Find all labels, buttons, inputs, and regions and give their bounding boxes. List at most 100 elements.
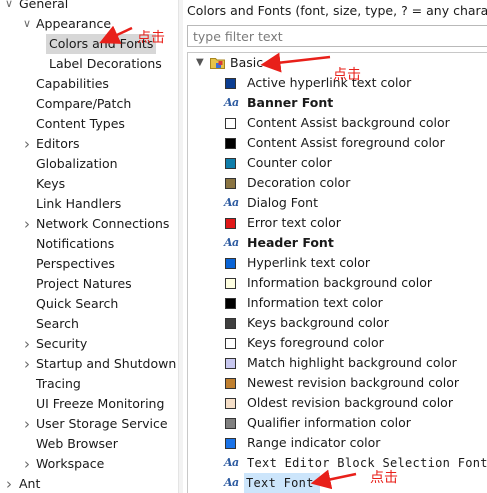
color-swatch-icon (225, 398, 236, 409)
tree-item-project-natures[interactable]: Project Natures (0, 274, 178, 294)
tree-item-link-handlers[interactable]: Link Handlers (0, 194, 178, 214)
pref-row-label: Keys foreground color (247, 335, 384, 350)
annotation-label-1: 点击 (137, 30, 165, 46)
chevron-right-icon[interactable]: › (21, 214, 33, 234)
tree-item-workspace[interactable]: › Workspace (0, 454, 178, 474)
color-swatch-icon (225, 298, 236, 309)
chevron-down-icon[interactable]: ▼ (196, 53, 204, 73)
tree-item-label: Content Types (36, 116, 125, 131)
chevron-right-icon[interactable]: › (3, 474, 15, 493)
tree-item-network-connections[interactable]: › Network Connections (0, 214, 178, 234)
pref-row-oldest-revision-background-color[interactable]: Oldest revision background color (188, 393, 487, 413)
annotation-label-3: 点击 (370, 470, 398, 486)
chevron-right-icon[interactable]: › (21, 134, 33, 154)
tree-item-notifications[interactable]: Notifications (0, 234, 178, 254)
chevron-right-icon[interactable]: › (21, 414, 33, 434)
chevron-right-icon[interactable]: › (21, 454, 33, 474)
pref-row-information-background-color[interactable]: Information background color (188, 273, 487, 293)
tree-item-capabilities[interactable]: Capabilities (0, 74, 178, 94)
pref-row-decoration-color[interactable]: Decoration color (188, 173, 487, 193)
pref-row-label: Decoration color (247, 175, 351, 190)
color-swatch-icon (225, 338, 236, 349)
pref-row-error-text-color[interactable]: Error text color (188, 213, 487, 233)
font-icon: Aa (224, 96, 239, 109)
tree-item-web-browser[interactable]: Web Browser (0, 434, 178, 454)
tree-item-editors[interactable]: › Editors (0, 134, 178, 154)
colors-fonts-tree: ▼ Basic Active hyperlink text color Aa Ban… (187, 52, 487, 493)
tree-item-compare-patch[interactable]: Compare/Patch (0, 94, 178, 114)
pref-row-header-font[interactable]: Aa Header Font (188, 233, 487, 253)
tree-item-perspectives[interactable]: Perspectives (0, 254, 178, 274)
pref-row-match-highlight-background-color[interactable]: Match highlight background color (188, 353, 487, 373)
preference-tree: ∨ General ∨ Appearance Colors and Fonts Label… (0, 0, 178, 493)
color-swatch-icon (225, 358, 236, 369)
pref-row-information-text-color[interactable]: Information text color (188, 293, 487, 313)
pref-row-label: Error text color (247, 215, 341, 230)
folder-icon (210, 58, 225, 69)
pref-row-label: Text Editor Block Selection Font (247, 456, 487, 470)
pref-row-label: Counter color (247, 155, 332, 170)
category-label: Basic (230, 55, 264, 70)
font-icon: Aa (224, 456, 239, 469)
tree-item-label: Quick Search (36, 296, 119, 311)
tree-item-content-types[interactable]: Content Types (0, 114, 178, 134)
pref-row-newest-revision-background-color[interactable]: Newest revision background color (188, 373, 487, 393)
pref-row-range-indicator-color[interactable]: Range indicator color (188, 433, 487, 453)
filter-input[interactable] (187, 25, 487, 47)
tree-item-security[interactable]: › Security (0, 334, 178, 354)
pref-row-keys-foreground-color[interactable]: Keys foreground color (188, 333, 487, 353)
pref-row-content-assist-background-color[interactable]: Content Assist background color (188, 113, 487, 133)
tree-item-label: Link Handlers (36, 196, 122, 211)
tree-item-label: User Storage Service (36, 416, 168, 431)
color-swatch-icon (225, 138, 236, 149)
tree-item-label: Editors (36, 136, 80, 151)
pref-row-dialog-font[interactable]: Aa Dialog Font (188, 193, 487, 213)
pref-row-label: Hyperlink text color (247, 255, 371, 270)
chevron-down-icon[interactable]: ∨ (21, 14, 33, 34)
pref-row-label: Range indicator color (247, 435, 381, 450)
tree-item-search[interactable]: Search (0, 314, 178, 334)
tree-item-label: Compare/Patch (36, 96, 132, 111)
color-swatch-icon (225, 318, 236, 329)
tree-item-label: Ant (19, 476, 41, 491)
chevron-right-icon[interactable]: › (21, 354, 33, 374)
tree-item-quick-search[interactable]: Quick Search (0, 294, 178, 314)
tree-item-label: General (19, 0, 69, 11)
pref-row-content-assist-foreground-color[interactable]: Content Assist foreground color (188, 133, 487, 153)
pref-row-label: Text Font (244, 473, 320, 493)
tree-item-label: Search (36, 316, 79, 331)
tree-item-label: Globalization (36, 156, 118, 171)
tree-item-keys[interactable]: Keys (0, 174, 178, 194)
pref-row-banner-font[interactable]: Aa Banner Font (188, 93, 487, 113)
tree-item-label: Perspectives (36, 256, 115, 271)
tree-item-ui-freeze-monitoring[interactable]: UI Freeze Monitoring (0, 394, 178, 414)
tree-item-globalization[interactable]: Globalization (0, 154, 178, 174)
tree-item-tracing[interactable]: Tracing (0, 374, 178, 394)
tree-item-label: Notifications (36, 236, 115, 251)
chevron-down-icon[interactable]: ∨ (3, 0, 15, 14)
pref-row-keys-background-color[interactable]: Keys background color (188, 313, 487, 333)
pref-row-label: Oldest revision background color (247, 395, 453, 410)
font-icon: Aa (224, 476, 239, 489)
chevron-right-icon[interactable]: › (21, 334, 33, 354)
pref-row-label: Qualifier information color (247, 415, 411, 430)
tree-item-startup-and-shutdown[interactable]: › Startup and Shutdown (0, 354, 178, 374)
annotation-label-2: 点击 (333, 67, 361, 83)
tree-item-label-decorations[interactable]: Label Decorations (0, 54, 178, 74)
pref-row-qualifier-information-color[interactable]: Qualifier information color (188, 413, 487, 433)
color-swatch-icon (225, 78, 236, 89)
pref-row-text-editor-block-selection-font[interactable]: Aa Text Editor Block Selection Font (188, 453, 487, 473)
pref-row-label: Dialog Font (247, 195, 319, 210)
color-swatch-icon (225, 378, 236, 389)
pref-row-counter-color[interactable]: Counter color (188, 153, 487, 173)
tree-item-general[interactable]: ∨ General (0, 0, 178, 14)
tree-item-label: Label Decorations (49, 56, 162, 71)
tree-item-ant[interactable]: › Ant (0, 474, 178, 493)
pref-row-text-font[interactable]: Aa Text Font (188, 473, 487, 493)
pref-row-label: Match highlight background color (247, 355, 457, 370)
pref-row-hyperlink-text-color[interactable]: Hyperlink text color (188, 253, 487, 273)
tree-item-label: Security (36, 336, 88, 351)
tree-item-user-storage-service[interactable]: › User Storage Service (0, 414, 178, 434)
tree-item-label: Web Browser (36, 436, 118, 451)
color-swatch-icon (225, 218, 236, 229)
